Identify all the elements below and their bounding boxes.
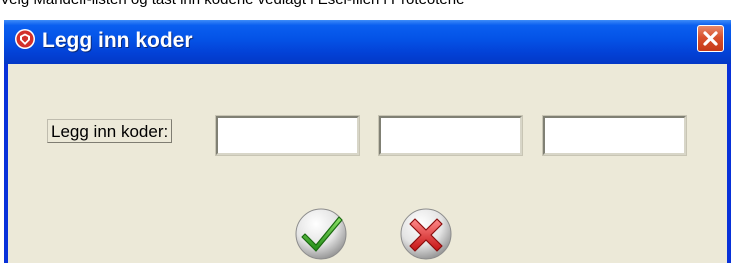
codes-label: Legg inn koder: xyxy=(47,119,173,143)
shield-icon xyxy=(14,28,36,50)
checkmark-icon xyxy=(295,208,347,260)
background-instruction-text: Velg Mandelf-listen og tast inn kodene v… xyxy=(0,0,731,11)
cancel-button[interactable] xyxy=(398,204,454,260)
title-bar[interactable]: Legg inn koder xyxy=(4,20,731,64)
close-icon xyxy=(703,31,718,46)
code-input-3[interactable] xyxy=(542,115,687,156)
window-title: Legg inn koder xyxy=(42,29,193,52)
code-input-1[interactable] xyxy=(215,115,360,156)
code-input-2[interactable] xyxy=(378,115,523,156)
dialog-content: Legg inn koder: xyxy=(8,64,727,263)
close-button[interactable] xyxy=(697,25,724,52)
dialog-window: Legg inn koder Legg inn koder: xyxy=(4,20,731,263)
ok-button[interactable] xyxy=(293,204,349,260)
x-icon xyxy=(400,208,452,260)
